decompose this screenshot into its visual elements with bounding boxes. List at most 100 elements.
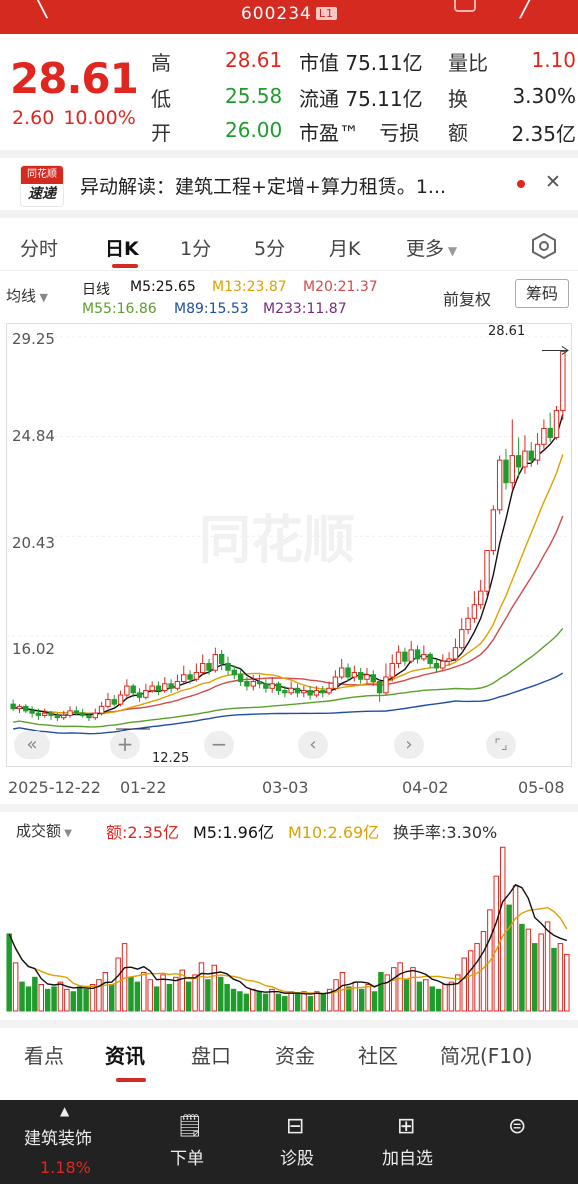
volume-chart[interactable]	[6, 838, 572, 1013]
news-text[interactable]: 异动解读：建筑工程+定增+算力租赁。1...	[80, 172, 446, 199]
candle-body	[440, 660, 446, 669]
volume-bar	[19, 981, 25, 1012]
scroll-right-icon[interactable]: ›	[394, 731, 424, 759]
scroll-left-icon[interactable]: ‹	[298, 731, 328, 759]
volume-bar	[192, 974, 198, 1012]
volume-bar	[44, 988, 51, 1012]
candle-body	[541, 427, 547, 445]
candle-body	[174, 681, 181, 689]
candle-body	[301, 690, 307, 694]
candle-body	[23, 705, 29, 712]
volume-bar	[544, 921, 551, 1012]
tab-monthly-k[interactable]: 月K	[329, 234, 360, 261]
expand-up-icon[interactable]: ▲	[60, 1104, 69, 1118]
candle-body	[294, 687, 301, 694]
candle-body	[117, 694, 124, 705]
max-price-label: 28.61	[488, 324, 526, 339]
menu-icon[interactable]: ⊜	[508, 1114, 526, 1139]
candle-body	[376, 681, 383, 694]
open-value: 26.00	[225, 118, 283, 142]
volume-bar	[83, 988, 89, 1012]
turnover-label: 换	[448, 87, 468, 111]
volume-bar	[64, 988, 70, 1012]
volume-bar	[57, 981, 64, 1012]
volume-bar	[410, 967, 416, 1012]
volume-bar	[423, 979, 429, 1012]
x-tick-label: 2025-12-22	[8, 778, 101, 797]
candle-body	[130, 685, 136, 694]
candle-body	[225, 662, 231, 671]
volume-bar	[102, 971, 109, 1012]
volume-bar	[564, 953, 570, 1012]
news-ticker[interactable]: 同花顺 速递 异动解读：建筑工程+定增+算力租赁。1... ✕	[0, 158, 578, 210]
volume-bar	[153, 986, 160, 1012]
close-icon[interactable]: ✕	[545, 171, 561, 193]
candlestick-chart[interactable]: 同花顺	[6, 323, 572, 767]
volume-bar	[115, 957, 121, 1012]
scroll-left-fast-icon[interactable]: «	[14, 731, 50, 759]
volume-bar	[346, 986, 352, 1012]
candle-body	[155, 685, 162, 692]
volume-bar	[512, 885, 519, 1012]
adjust-selector[interactable]: 前复权	[443, 286, 491, 310]
zoom-out-icon[interactable]: −	[204, 731, 234, 759]
x-tick-label: 01-22	[120, 778, 167, 797]
volume-bar	[314, 991, 320, 1012]
tab-5min[interactable]: 5分	[254, 234, 285, 261]
candle-body	[313, 690, 320, 696]
tab-daily-k[interactable]: 日K	[105, 234, 139, 261]
fullscreen-icon[interactable]: ⌜⌟	[486, 731, 516, 759]
vol-ratio-label: 量比	[448, 51, 488, 75]
y-tick-label: 29.25	[12, 330, 55, 348]
candle-body	[332, 676, 339, 689]
volume-bar	[339, 971, 346, 1012]
y-tick-label: 20.43	[12, 534, 55, 552]
divider	[0, 1020, 578, 1028]
candle-body	[345, 667, 351, 678]
add-watchlist-icon[interactable]: ⊞	[397, 1114, 415, 1139]
volume-bar	[134, 981, 141, 1012]
candle-body	[357, 671, 364, 680]
candle-body	[421, 653, 427, 660]
diagnose-button[interactable]: 诊股	[280, 1144, 314, 1169]
settings-icon[interactable]	[530, 232, 558, 260]
tab-funds[interactable]: 资金	[275, 1040, 315, 1069]
tab-intraday[interactable]: 分时	[20, 234, 58, 261]
candle-body	[427, 653, 433, 664]
tab-1min[interactable]: 1分	[180, 234, 211, 261]
forward-icon[interactable]: ╱	[520, 0, 533, 19]
chips-button[interactable]: 筹码	[515, 279, 569, 308]
order-button[interactable]: 下单	[170, 1144, 204, 1169]
amount-label: 额	[448, 121, 468, 145]
add-watchlist-button[interactable]: 加自选	[382, 1144, 433, 1169]
volume-bar	[51, 986, 57, 1012]
candle-body	[48, 712, 54, 716]
volume-bar	[76, 986, 83, 1012]
diagnose-icon[interactable]: ⊟	[286, 1114, 304, 1139]
volume-bar	[256, 991, 262, 1012]
tab-news[interactable]: 资讯	[105, 1040, 145, 1069]
candle-body	[149, 685, 155, 692]
share-icon[interactable]	[454, 0, 476, 12]
candle-body	[509, 455, 516, 484]
candle-body	[560, 350, 566, 411]
tab-more[interactable]: 更多 ▼	[406, 234, 457, 261]
candle-body	[244, 681, 250, 687]
candle-body	[98, 705, 105, 714]
news-logo: 同花顺 速递	[20, 165, 64, 207]
tab-highlights[interactable]: 看点	[24, 1040, 64, 1069]
candle-body	[206, 662, 212, 671]
volume-bar	[506, 904, 512, 1012]
zoom-in-icon[interactable]: +	[110, 731, 140, 759]
tab-orderbook[interactable]: 盘口	[191, 1040, 231, 1069]
order-icon[interactable]: 🗒	[176, 1114, 204, 1139]
candle-body	[503, 459, 509, 484]
amount-value: 2.35亿	[511, 122, 576, 146]
y-tick-label: 16.02	[12, 640, 55, 658]
volume-bar	[365, 984, 371, 1012]
tab-community[interactable]: 社区	[358, 1040, 398, 1069]
indicator-selector[interactable]: 均线 ▼	[6, 285, 48, 306]
tab-profile[interactable]: 简况(F10)	[440, 1040, 533, 1069]
sector-name[interactable]: 建筑装饰	[24, 1124, 92, 1149]
candle-body	[459, 629, 465, 649]
